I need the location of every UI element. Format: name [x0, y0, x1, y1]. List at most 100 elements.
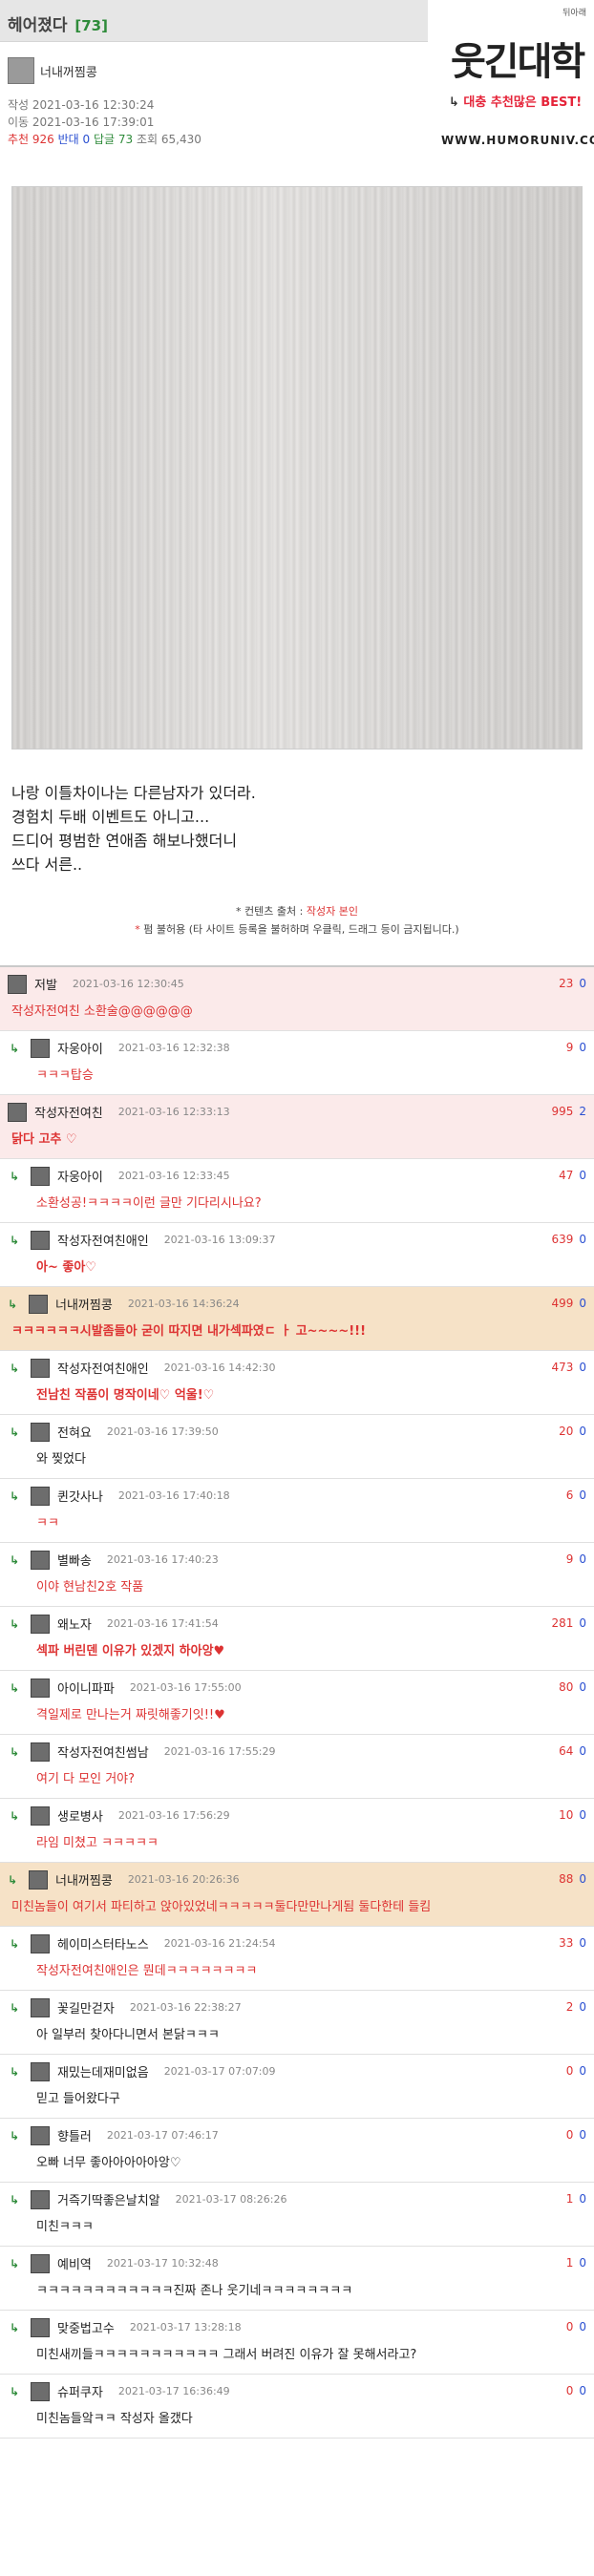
- commenter-avatar-icon: [31, 2125, 50, 2145]
- post-author[interactable]: 너내꺼찜콩: [8, 57, 97, 84]
- comment-downvote-button[interactable]: 0: [579, 1233, 586, 1246]
- comment-downvote-button[interactable]: 0: [579, 1169, 586, 1182]
- comment-downvote-button[interactable]: 0: [579, 1936, 586, 1950]
- commenter-nick[interactable]: 전혀요: [57, 1423, 92, 1441]
- comment-upvote-button[interactable]: 0: [566, 2320, 574, 2333]
- comment-downvote-button[interactable]: 0: [579, 1872, 586, 1886]
- comment-downvote-button[interactable]: 0: [579, 2064, 586, 2078]
- comment-downvote-button[interactable]: 0: [579, 1489, 586, 1502]
- view-count: 조회 65,430: [137, 133, 202, 146]
- comment-downvote-button[interactable]: 0: [579, 1680, 586, 1694]
- commenter-nick[interactable]: 맞중법고수: [57, 2318, 115, 2336]
- commenter-nick[interactable]: 재밌는데재미없음: [57, 2062, 149, 2080]
- comment-date: 2021-03-16 12:33:45: [117, 1170, 230, 1182]
- commenter-nick[interactable]: 자웅아이: [57, 1167, 103, 1185]
- comment-downvote-button[interactable]: 0: [579, 1361, 586, 1374]
- comment-upvote-button[interactable]: 639: [551, 1233, 573, 1246]
- comment-header: ↳ 자웅아이 2021-03-16 12:33:45 47 0: [0, 1159, 594, 1193]
- moved-date: 이동 2021-03-16 17:39:01: [8, 116, 155, 129]
- commenter-nick[interactable]: 꽃길만걷자: [57, 1998, 115, 2016]
- comment-downvote-button[interactable]: 0: [579, 1808, 586, 1822]
- comment-votes: 90: [566, 1552, 586, 1566]
- comment-upvote-button[interactable]: 9: [566, 1552, 574, 1566]
- commenter-nick[interactable]: 너내꺼찜콩: [55, 1870, 113, 1889]
- comment-count[interactable]: [73]: [74, 17, 108, 34]
- commenter-nick[interactable]: 별빠송: [57, 1551, 92, 1569]
- commenter-nick[interactable]: 아이니파파: [57, 1679, 115, 1697]
- comment-downvote-button[interactable]: 0: [579, 1552, 586, 1566]
- comment-upvote-button[interactable]: 281: [551, 1616, 573, 1630]
- comment-text: 섹파 버린덴 이유가 있겠지 하아앙♥: [36, 1644, 225, 1658]
- commenter-nick[interactable]: 생로병사: [57, 1806, 103, 1825]
- reply-arrow-icon: ↳: [10, 1680, 20, 1695]
- commenter-nick[interactable]: 향틀러: [57, 2126, 92, 2144]
- comment-downvote-button[interactable]: 0: [579, 2128, 586, 2142]
- comment-upvote-button[interactable]: 1: [566, 2192, 574, 2206]
- site-logo[interactable]: 뒤아래 웃긴대학 ↳ 대충 추천많은 BEST! WWW.HUMORUNIV.C…: [428, 0, 594, 162]
- comment-upvote-button[interactable]: 80: [559, 1680, 573, 1694]
- comment-downvote-button[interactable]: 0: [579, 1744, 586, 1758]
- commenter-nick[interactable]: 작성자전여친: [34, 1103, 103, 1121]
- comment-downvote-button[interactable]: 0: [579, 1425, 586, 1438]
- comment-votes: 23 0: [559, 977, 586, 990]
- comment-date: 2021-03-16 17:55:29: [163, 1745, 276, 1758]
- comment-upvote-button[interactable]: 64: [559, 1744, 573, 1758]
- commenter-nick[interactable]: 슈퍼쿠자: [57, 2382, 103, 2400]
- comment-votes: 80 0: [559, 1680, 586, 1694]
- author-name[interactable]: 너내꺼찜콩: [40, 62, 97, 80]
- commenter-nick[interactable]: 왜노자: [57, 1615, 92, 1633]
- comment-upvote-button[interactable]: 23: [559, 977, 573, 990]
- comment-date: 2021-03-16 12:33:13: [117, 1106, 230, 1118]
- comment-downvote-button[interactable]: 0: [579, 2256, 586, 2270]
- comment-item: ↳ 아이니파파 2021-03-16 17:55:00 80 0 격일제로 만나는거 짜릿…: [0, 1671, 594, 1735]
- comment-upvote-button[interactable]: 0: [566, 2128, 574, 2142]
- comment-upvote-button[interactable]: 0: [566, 2384, 574, 2397]
- commenter-nick[interactable]: 자웅아이: [57, 1039, 103, 1057]
- comment-upvote-button[interactable]: 88: [559, 1872, 573, 1886]
- reply-arrow-icon: ↳: [10, 1616, 20, 1631]
- logo-subtitle: ↳ 대충 추천많은 BEST!: [449, 95, 583, 110]
- comment-upvote-button[interactable]: 20: [559, 1425, 573, 1438]
- comment-text: 라임 미쳤고 ㅋㅋㅋㅋㅋ: [36, 1836, 159, 1850]
- comment-upvote-button[interactable]: 10: [559, 1808, 573, 1822]
- comment-upvote-button[interactable]: 499: [551, 1297, 573, 1310]
- comment-downvote-button[interactable]: 0: [579, 2192, 586, 2206]
- comment-item: ↳ 별빠송 2021-03-16 17:40:23 9 0 이야 현남친2호 작품: [0, 1543, 594, 1607]
- comment-header: ↳ 생로병사 2021-03-16 17:56:29 10 0: [0, 1799, 594, 1832]
- comment-date: 2021-03-16 17:55:00: [129, 1681, 242, 1694]
- comment-upvote-button[interactable]: 33: [559, 1936, 573, 1950]
- comment-downvote-button[interactable]: 0: [579, 1041, 586, 1054]
- comment-upvote-button[interactable]: 47: [559, 1169, 573, 1182]
- commenter-nick[interactable]: 작성자전여친썸남: [57, 1742, 149, 1761]
- comment-text: 미친놈들앜ㅋㅋ 작성자 올갰다: [36, 2412, 193, 2426]
- commenter-avatar-icon: [31, 2253, 50, 2273]
- comment-downvote-button[interactable]: 0: [579, 2000, 586, 2014]
- commenter-nick[interactable]: 작성자전여친애인: [57, 1231, 149, 1249]
- comment-text: 미친ㅋㅋㅋ: [36, 2220, 94, 2234]
- commenter-nick[interactable]: 헤이미스터타노스: [57, 1934, 149, 1953]
- comment-upvote-button[interactable]: 9: [566, 1041, 574, 1054]
- comment-downvote-button[interactable]: 0: [579, 1297, 586, 1310]
- comment-upvote-button[interactable]: 1: [566, 2256, 574, 2270]
- comment-date: 2021-03-16 20:26:36: [127, 1873, 240, 1886]
- commenter-nick[interactable]: 작성자전여친애인: [57, 1359, 149, 1377]
- commenter-nick[interactable]: 저발: [34, 975, 57, 993]
- comment-downvote-button[interactable]: 0: [579, 2384, 586, 2397]
- comment-text: 전남친 작품이 명작이네♡ 억울!♡: [36, 1388, 215, 1403]
- comment-downvote-button[interactable]: 0: [579, 977, 586, 990]
- commenter-nick[interactable]: 너내꺼찜콩: [55, 1295, 113, 1313]
- comment-upvote-button[interactable]: 0: [566, 2064, 574, 2078]
- comment-upvote-button[interactable]: 6: [566, 1489, 574, 1502]
- commenter-nick[interactable]: 거즉기딱좋은날치알: [57, 2190, 160, 2208]
- comment-downvote-button[interactable]: 0: [579, 2320, 586, 2333]
- comment-header: ↳ 작성자전여친애인 2021-03-16 14:42:30 473 0: [0, 1351, 594, 1384]
- comment-downvote-button[interactable]: 2: [579, 1105, 586, 1118]
- comment-upvote-button[interactable]: 473: [551, 1361, 573, 1374]
- comment-downvote-button[interactable]: 0: [579, 1616, 586, 1630]
- commenter-nick[interactable]: 예비역: [57, 2254, 92, 2272]
- comment-text: 닭다 고추 ♡: [11, 1132, 77, 1147]
- commenter-nick[interactable]: 퀸갓사나: [57, 1487, 103, 1505]
- comment-upvote-button[interactable]: 995: [551, 1105, 573, 1118]
- comment-upvote-button[interactable]: 2: [566, 2000, 574, 2014]
- commenter-avatar-icon: [31, 1805, 50, 1826]
